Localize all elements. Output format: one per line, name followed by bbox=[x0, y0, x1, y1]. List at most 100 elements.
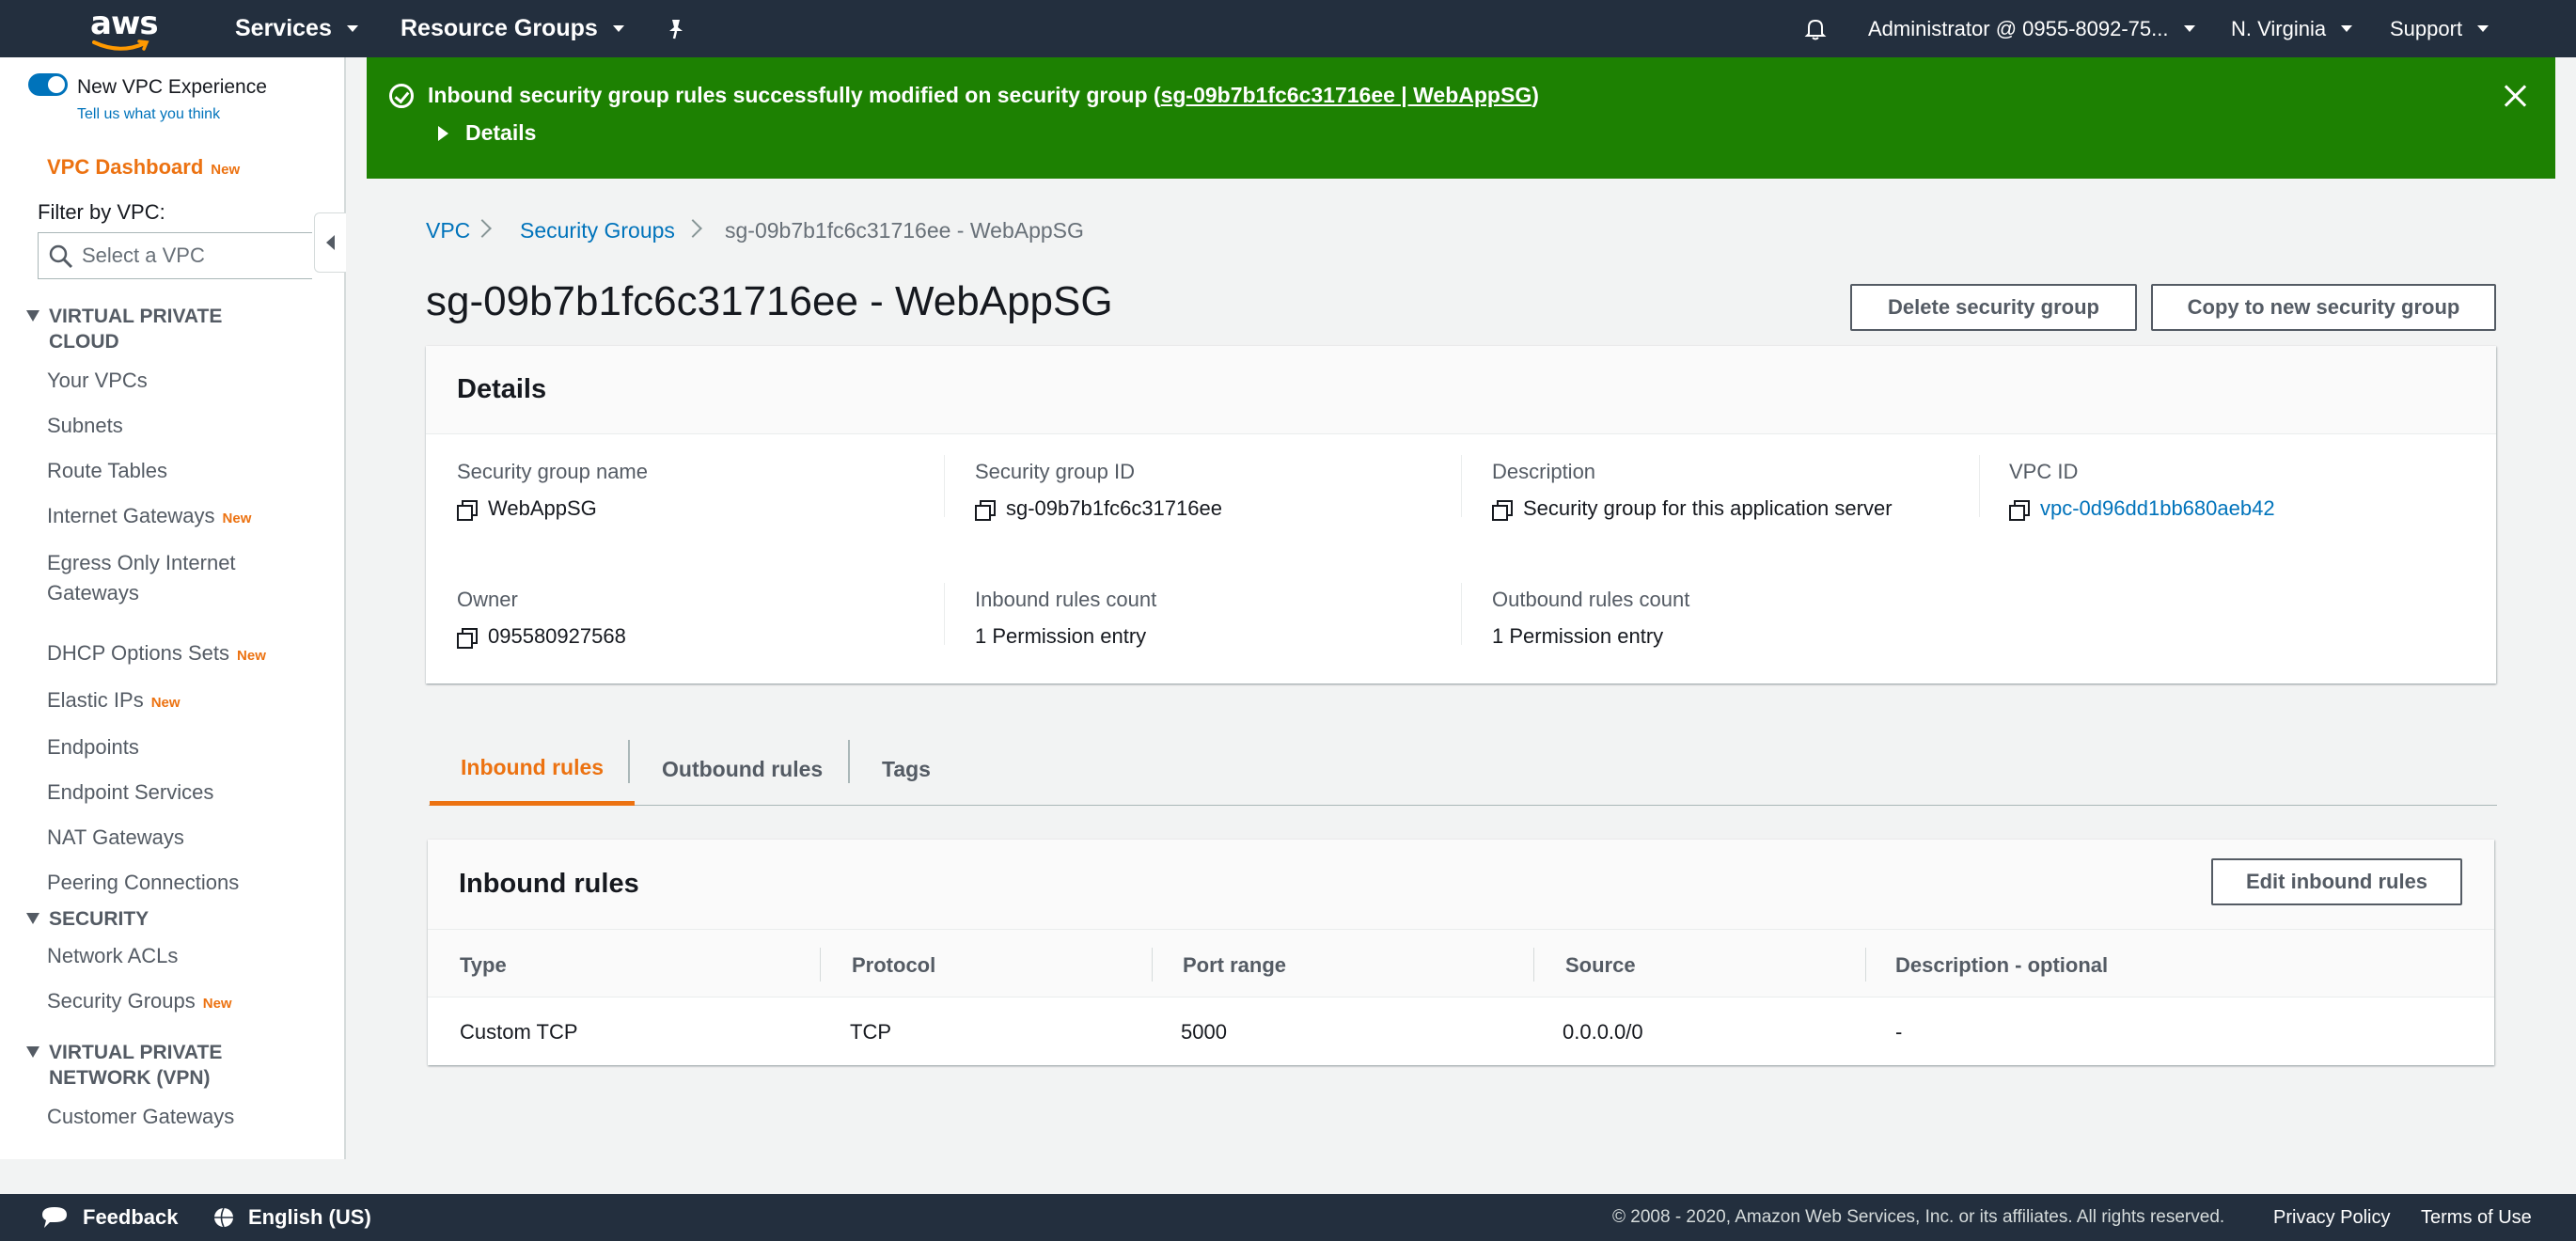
support-label: Support bbox=[2390, 16, 2463, 40]
delete-security-group-button[interactable]: Delete security group bbox=[1850, 284, 2137, 331]
outbound-rules-count-value: 1 Permission entry bbox=[1492, 624, 1664, 648]
sidebar-item-endpoints[interactable]: Endpoints bbox=[47, 732, 139, 762]
support-menu[interactable]: Support bbox=[2390, 0, 2490, 57]
services-label: Services bbox=[235, 15, 332, 41]
section-label: VIRTUAL PRIVATE bbox=[49, 306, 223, 327]
sidebar: New VPC Experience Tell us what you thin… bbox=[0, 57, 346, 1159]
account-menu[interactable]: Administrator @ 0955-8092-75... bbox=[1868, 0, 2195, 57]
column-divider bbox=[1865, 948, 1866, 982]
pin-icon[interactable] bbox=[666, 0, 686, 57]
vpc-id-value: vpc-0d96dd1bb680aeb42 bbox=[2009, 496, 2275, 521]
sidebar-item-label: Endpoint Services bbox=[47, 780, 214, 804]
speech-bubble-icon bbox=[42, 1207, 67, 1228]
description-value: Security group for this application serv… bbox=[1492, 496, 1893, 521]
sidebar-item-label: Internet Gateways bbox=[47, 504, 215, 527]
edit-inbound-rules-button[interactable]: Edit inbound rules bbox=[2211, 858, 2462, 905]
copy-icon[interactable] bbox=[1492, 499, 1513, 521]
sg-name-text: WebAppSG bbox=[488, 496, 597, 520]
divider bbox=[944, 455, 945, 517]
sidebar-item-subnets[interactable]: Subnets bbox=[47, 411, 123, 441]
language-selector[interactable]: English (US) bbox=[212, 1194, 371, 1241]
divider bbox=[1461, 455, 1462, 517]
sidebar-item-label: Endpoints bbox=[47, 735, 139, 759]
section-virtual-private-network[interactable]: VIRTUAL PRIVATE NETWORK (VPN) bbox=[26, 1040, 222, 1091]
column-header-protocol[interactable]: Protocol bbox=[852, 953, 935, 978]
new-badge: New bbox=[202, 996, 232, 1012]
chevron-right-icon bbox=[473, 219, 492, 238]
sg-name-label: Security group name bbox=[457, 460, 648, 483]
sidebar-item-network-acls[interactable]: Network ACLs bbox=[47, 941, 178, 971]
resource-groups-menu[interactable]: Resource Groups bbox=[401, 0, 624, 57]
vpc-id-link[interactable]: vpc-0d96dd1bb680aeb42 bbox=[2040, 496, 2275, 521]
sidebar-item-vpc-dashboard[interactable]: VPC Dashboard New bbox=[47, 155, 240, 180]
feedback-link[interactable]: Tell us what you think bbox=[77, 106, 220, 123]
new-vpc-experience-toggle[interactable] bbox=[28, 73, 68, 96]
owner-value: 095580927568 bbox=[457, 624, 626, 649]
details-panel: Details Security group name WebAppSG Sec… bbox=[426, 346, 2496, 683]
collapse-triangle-icon bbox=[26, 310, 39, 322]
sidebar-collapse-button[interactable] bbox=[314, 212, 346, 273]
region-menu[interactable]: N. Virginia bbox=[2231, 0, 2353, 57]
new-vpc-experience-label: New VPC Experience bbox=[77, 76, 267, 98]
sidebar-item-peering-connections[interactable]: Peering Connections bbox=[47, 868, 239, 898]
sidebar-item-egress-only-internet-gateways[interactable]: Egress Only Internet Gateways bbox=[47, 548, 236, 608]
sg-name-value: WebAppSG bbox=[457, 496, 597, 521]
details-heading: Details bbox=[426, 346, 2496, 434]
aws-logo[interactable]: aws bbox=[90, 5, 159, 53]
chevron-down-icon bbox=[2477, 25, 2490, 32]
success-flash-banner: Inbound security group rules successfull… bbox=[367, 57, 2555, 179]
cell-description: - bbox=[1895, 1020, 1903, 1044]
copy-icon[interactable] bbox=[457, 499, 478, 521]
privacy-policy-link[interactable]: Privacy Policy bbox=[2273, 1194, 2390, 1241]
sidebar-item-nat-gateways[interactable]: NAT Gateways bbox=[47, 823, 184, 853]
security-group-link[interactable]: sg-09b7b1fc6c31716ee | WebAppSG bbox=[1161, 83, 1532, 107]
vpc-filter-select[interactable]: Select a VPC bbox=[38, 232, 312, 279]
section-label: SECURITY bbox=[49, 908, 149, 930]
breadcrumb-security-groups[interactable]: Security Groups bbox=[520, 218, 675, 243]
divider bbox=[1979, 455, 1980, 517]
sidebar-item-internet-gateways[interactable]: Internet Gateways New bbox=[47, 501, 251, 534]
sidebar-item-label: Your VPCs bbox=[47, 369, 148, 392]
sidebar-item-elastic-ips[interactable]: Elastic IPs New bbox=[47, 685, 181, 718]
tab-tags[interactable]: Tags bbox=[882, 733, 931, 806]
sidebar-item-customer-gateways[interactable]: Customer Gateways bbox=[47, 1102, 234, 1132]
flash-details-expander[interactable]: Details bbox=[438, 120, 536, 146]
aws-logo-text: aws bbox=[90, 5, 159, 42]
sidebar-item-your-vpcs[interactable]: Your VPCs bbox=[47, 366, 148, 396]
sidebar-item-label: Network ACLs bbox=[47, 944, 179, 967]
copy-to-new-security-group-button[interactable]: Copy to new security group bbox=[2151, 284, 2496, 331]
sidebar-item-label: Subnets bbox=[47, 414, 123, 437]
section-security[interactable]: SECURITY bbox=[26, 906, 149, 932]
chevron-left-icon bbox=[326, 235, 335, 250]
copy-icon[interactable] bbox=[457, 627, 478, 649]
copy-icon[interactable] bbox=[2009, 499, 2030, 521]
aws-smile-icon bbox=[92, 39, 149, 51]
section-label: NETWORK (VPN) bbox=[49, 1067, 211, 1089]
vpc-filter-placeholder: Select a VPC bbox=[82, 243, 205, 267]
sidebar-item-endpoint-services[interactable]: Endpoint Services bbox=[47, 778, 213, 808]
close-icon[interactable] bbox=[2503, 84, 2527, 108]
tab-inbound-rules[interactable]: Inbound rules bbox=[430, 733, 636, 806]
copy-icon[interactable] bbox=[975, 499, 996, 521]
column-header-type[interactable]: Type bbox=[460, 953, 507, 978]
sidebar-item-route-tables[interactable]: Route Tables bbox=[47, 456, 167, 486]
outbound-rules-count-label: Outbound rules count bbox=[1492, 588, 1690, 611]
terms-of-use-link[interactable]: Terms of Use bbox=[2421, 1194, 2532, 1241]
section-virtual-private-cloud[interactable]: VIRTUAL PRIVATE CLOUD bbox=[26, 304, 223, 354]
sidebar-item-label: Route Tables bbox=[47, 459, 168, 482]
region-label: N. Virginia bbox=[2231, 16, 2327, 40]
notifications-bell-icon[interactable] bbox=[1803, 0, 1828, 57]
services-menu[interactable]: Services bbox=[235, 0, 358, 57]
column-header-description[interactable]: Description - optional bbox=[1895, 953, 2108, 978]
rules-tabs: Inbound rules Outbound rules Tags bbox=[429, 733, 2497, 806]
tab-divider bbox=[848, 740, 850, 783]
new-badge: New bbox=[222, 511, 252, 526]
tab-outbound-rules[interactable]: Outbound rules bbox=[662, 733, 823, 806]
column-header-port-range[interactable]: Port range bbox=[1183, 953, 1286, 978]
feedback-button[interactable]: Feedback bbox=[39, 1194, 179, 1241]
breadcrumb-vpc[interactable]: VPC bbox=[426, 218, 470, 243]
column-header-source[interactable]: Source bbox=[1565, 953, 1636, 978]
sidebar-item-security-groups[interactable]: Security Groups New bbox=[47, 986, 232, 1019]
success-check-icon bbox=[389, 84, 414, 108]
sidebar-item-dhcp-options-sets[interactable]: DHCP Options Sets New bbox=[47, 638, 266, 671]
